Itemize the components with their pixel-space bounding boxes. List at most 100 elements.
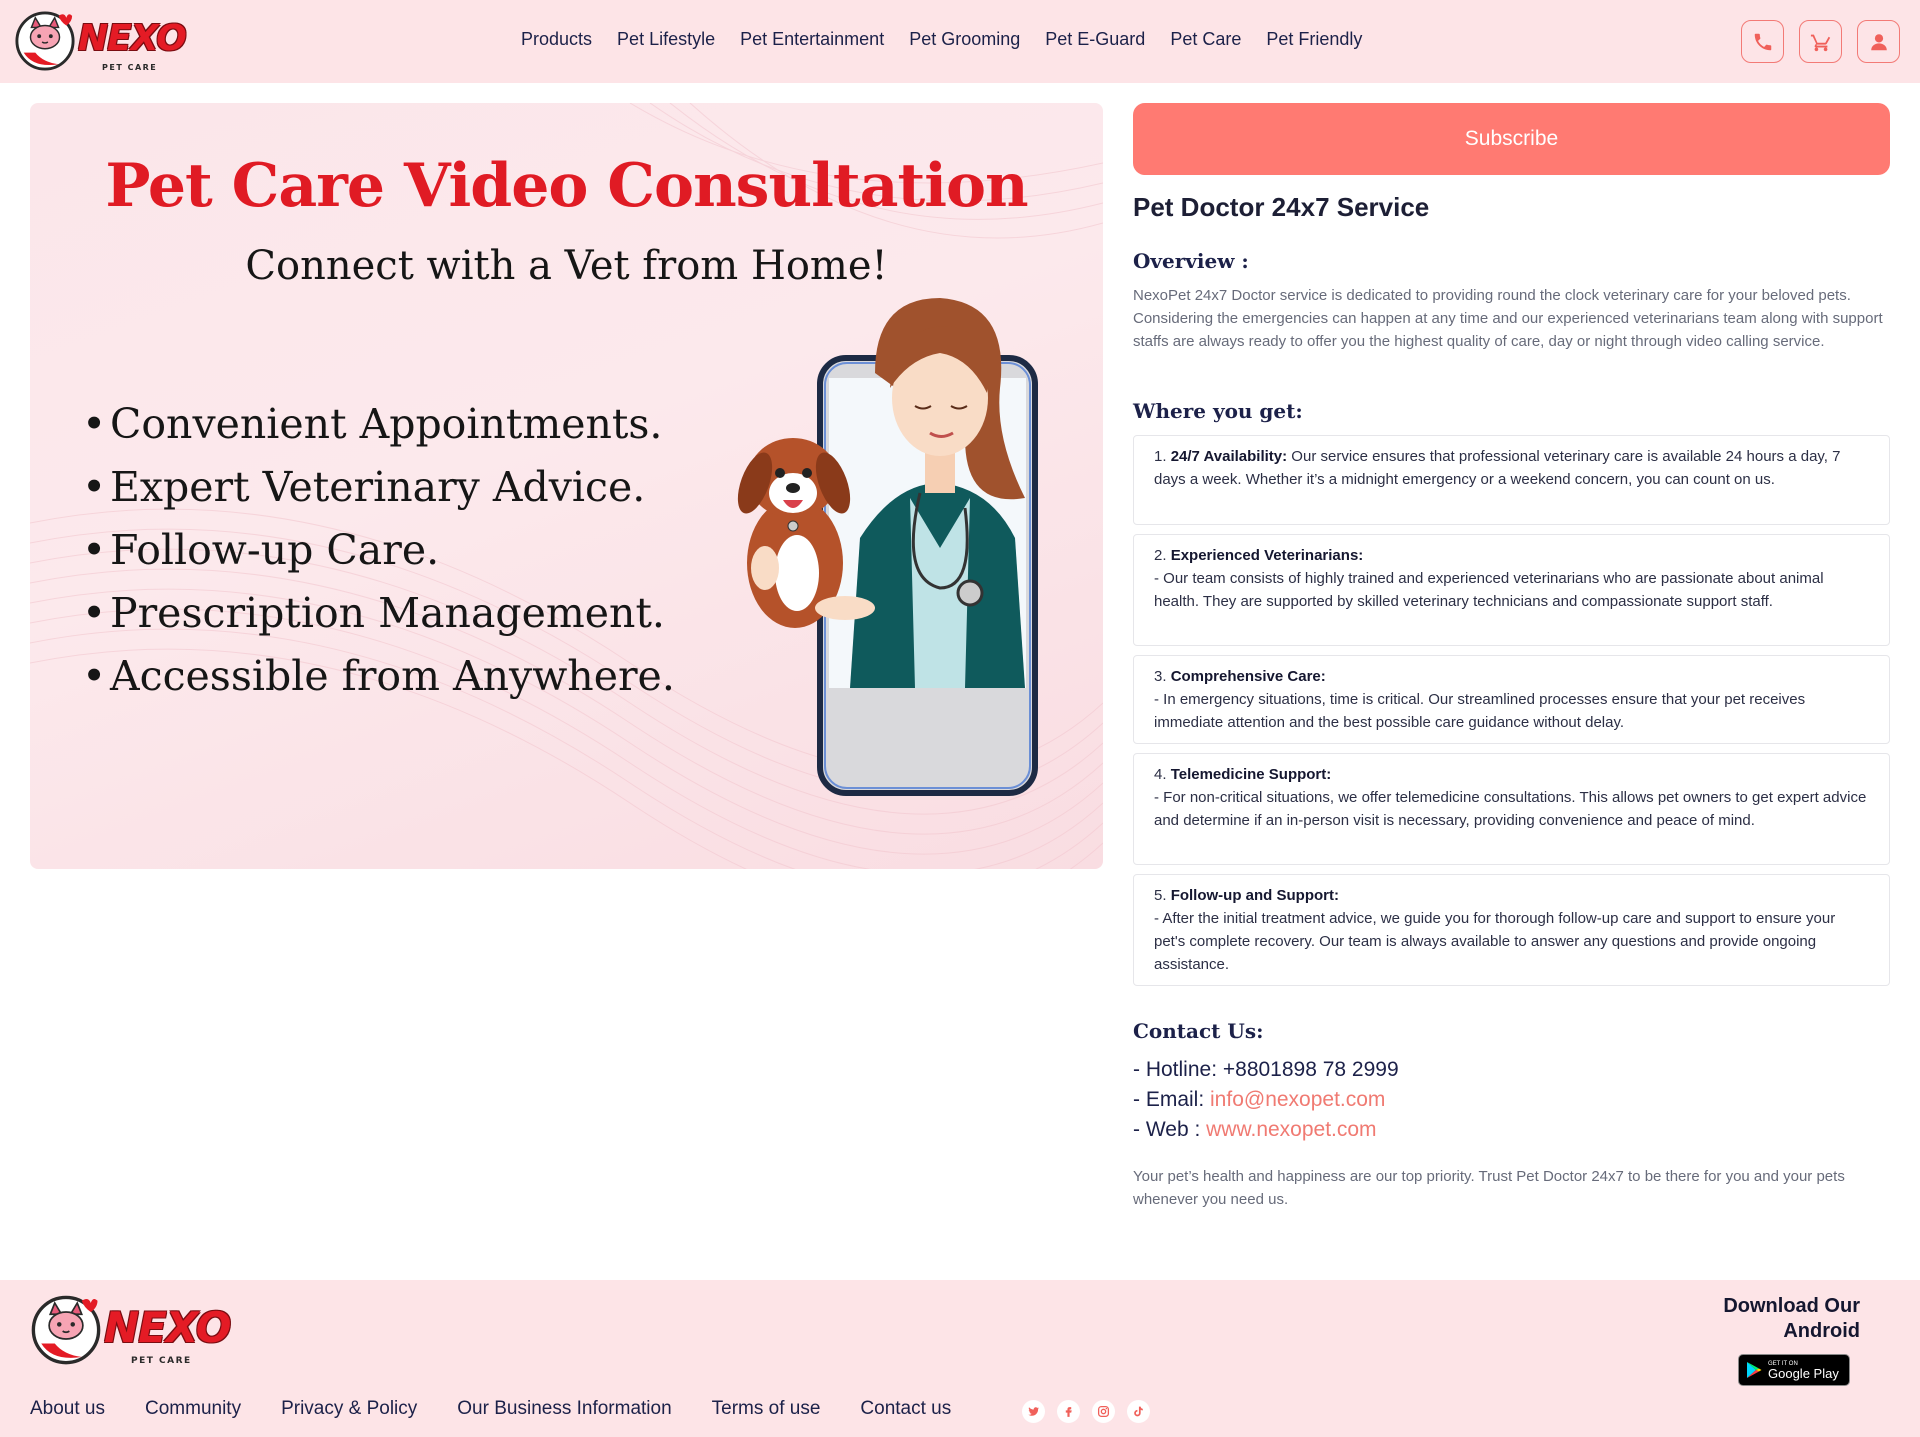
contact-web: - Web : www.nexopet.com xyxy=(1133,1118,1377,1142)
google-play-icon xyxy=(1747,1362,1762,1378)
feature-title: Follow-up and Support: xyxy=(1170,887,1339,904)
feature-text: - In emergency situations, time is criti… xyxy=(1154,691,1806,731)
cat-logo-icon xyxy=(15,11,75,71)
tiktok-link[interactable] xyxy=(1127,1400,1150,1423)
consultation-banner: Pet Care Video Consultation Connect with… xyxy=(30,103,1103,869)
bullet: • xyxy=(82,526,107,574)
site-footer: NEXO PET CARE About us Community Privacy… xyxy=(0,1280,1920,1437)
feature-title: Experienced Veterinarians: xyxy=(1170,547,1364,564)
banner-benefit: •Prescription Management. xyxy=(82,582,675,645)
page-title: Pet Doctor 24x7 Service xyxy=(1133,192,1430,222)
brand-logo[interactable]: NEXO PET CARE xyxy=(14,10,187,74)
contact-email: - Email: info@nexopet.com xyxy=(1133,1088,1385,1112)
feature-number: 3. xyxy=(1154,668,1167,685)
footer-link-community[interactable]: Community xyxy=(145,1398,241,1420)
footer-link-business-info[interactable]: Our Business Information xyxy=(457,1398,671,1420)
phone-icon xyxy=(1754,33,1771,50)
contact-hotline: - Hotline: +8801898 78 2999 xyxy=(1133,1058,1399,1082)
instagram-icon xyxy=(1097,1405,1110,1418)
brand-wordmark: NEXO xyxy=(78,18,187,59)
social-links xyxy=(1022,1400,1150,1423)
contact-heading: Contact Us: xyxy=(1133,1019,1264,1043)
tiktok-icon xyxy=(1134,1406,1143,1417)
banner-benefit: •Convenient Appointments. xyxy=(82,393,675,456)
benefit-text: Prescription Management. xyxy=(110,589,665,637)
hotline-label: - Hotline: xyxy=(1133,1058,1223,1081)
banner-subtitle: Connect with a Vet from Home! xyxy=(245,243,888,289)
benefit-text: Accessible from Anywhere. xyxy=(110,652,675,700)
facebook-icon xyxy=(1065,1407,1072,1417)
feature-card: 2. Experienced Veterinarians: - Our team… xyxy=(1133,534,1890,646)
feature-text: - For non-critical situations, we offer … xyxy=(1154,789,1867,829)
account-button[interactable] xyxy=(1857,20,1900,63)
benefit-text: Follow-up Care. xyxy=(110,526,440,574)
hotline-number[interactable]: +8801898 78 2999 xyxy=(1223,1058,1399,1081)
brand-tagline: PET CARE xyxy=(131,1356,192,1366)
footer-link-about[interactable]: About us xyxy=(30,1398,105,1420)
download-line-2: Android xyxy=(1783,1320,1860,1342)
twitter-icon xyxy=(1028,1407,1040,1416)
bullet: • xyxy=(82,652,107,700)
where-heading: Where you get: xyxy=(1133,399,1303,423)
twitter-link[interactable] xyxy=(1022,1400,1045,1423)
banner-benefit: •Expert Veterinary Advice. xyxy=(82,456,675,519)
feature-card: 1. 24/7 Availability: Our service ensure… xyxy=(1133,435,1890,525)
feature-number: 4. xyxy=(1154,766,1167,783)
web-label: - Web : xyxy=(1133,1118,1207,1141)
cart-button[interactable] xyxy=(1799,20,1842,63)
nav-pet-entertainment[interactable]: Pet Entertainment xyxy=(740,29,884,50)
bullet: • xyxy=(82,463,107,511)
nav-products[interactable]: Products xyxy=(521,29,592,50)
feature-number: 1. xyxy=(1154,448,1167,465)
feature-number: 5. xyxy=(1154,887,1167,904)
email-label: - Email: xyxy=(1133,1088,1211,1111)
feature-title: Comprehensive Care: xyxy=(1170,668,1326,685)
banner-benefit: •Accessible from Anywhere. xyxy=(82,645,675,708)
header-actions xyxy=(1741,20,1900,63)
user-icon xyxy=(1870,33,1887,50)
banner-title: Pet Care Video Consultation xyxy=(105,151,1028,221)
benefit-text: Expert Veterinary Advice. xyxy=(110,463,646,511)
cart-icon xyxy=(1810,34,1830,51)
download-heading: Download Our Android xyxy=(1660,1294,1860,1344)
footer-links: About us Community Privacy & Policy Our … xyxy=(30,1398,991,1420)
feature-text: - After the initial treatment advice, we… xyxy=(1154,910,1836,973)
footer-link-privacy[interactable]: Privacy & Policy xyxy=(281,1398,417,1420)
footer-link-terms[interactable]: Terms of use xyxy=(712,1398,821,1420)
main-nav: Products Pet Lifestyle Pet Entertainment… xyxy=(521,29,1387,50)
google-play-badge[interactable]: GET IT ON Google Play xyxy=(1738,1354,1850,1386)
overview-heading: Overview : xyxy=(1133,249,1249,273)
feature-card: 3. Comprehensive Care: - In emergency si… xyxy=(1133,655,1890,744)
feature-title: 24/7 Availability: xyxy=(1170,448,1288,465)
nav-pet-grooming[interactable]: Pet Grooming xyxy=(909,29,1020,50)
site-header: NEXO PET CARE Products Pet Lifestyle Pet… xyxy=(0,0,1920,83)
footer-brand-logo[interactable]: NEXO PET CARE xyxy=(30,1294,231,1366)
feature-text: - Our team consists of highly trained an… xyxy=(1154,570,1824,610)
vet-with-puppy-illustration xyxy=(737,298,1038,796)
google-play-big: Google Play xyxy=(1768,1365,1839,1381)
benefit-text: Convenient Appointments. xyxy=(110,400,663,448)
cat-logo-icon xyxy=(31,1295,101,1365)
phone-button[interactable] xyxy=(1741,20,1784,63)
brand-tagline: PET CARE xyxy=(102,63,158,72)
google-play-text: GET IT ON Google Play xyxy=(1768,1361,1839,1380)
brand-wordmark: NEXO xyxy=(104,1303,231,1352)
nav-pet-care[interactable]: Pet Care xyxy=(1170,29,1241,50)
email-link[interactable]: info@nexopet.com xyxy=(1210,1088,1385,1111)
closing-text: Your pet’s health and happiness are our … xyxy=(1133,1168,1845,1208)
banner-benefit: •Follow-up Care. xyxy=(82,519,675,582)
banner-benefits-list: •Convenient Appointments. •Expert Veteri… xyxy=(82,393,675,708)
footer-link-contact[interactable]: Contact us xyxy=(860,1398,951,1420)
web-link[interactable]: www.nexopet.com xyxy=(1206,1118,1376,1141)
feature-card: 4. Telemedicine Support: - For non-criti… xyxy=(1133,753,1890,865)
instagram-link[interactable] xyxy=(1092,1400,1115,1423)
facebook-link[interactable] xyxy=(1057,1400,1080,1423)
feature-card: 5. Follow-up and Support: - After the in… xyxy=(1133,874,1890,986)
bullet: • xyxy=(82,400,107,448)
nav-pet-lifestyle[interactable]: Pet Lifestyle xyxy=(617,29,715,50)
nav-pet-e-guard[interactable]: Pet E-Guard xyxy=(1045,29,1145,50)
feature-title: Telemedicine Support: xyxy=(1170,766,1332,783)
subscribe-button[interactable]: Subscribe xyxy=(1133,103,1890,175)
nav-pet-friendly[interactable]: Pet Friendly xyxy=(1266,29,1362,50)
download-line-1: Download Our xyxy=(1723,1295,1860,1317)
